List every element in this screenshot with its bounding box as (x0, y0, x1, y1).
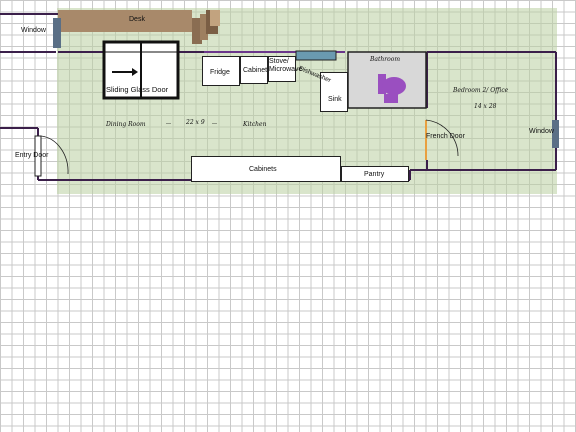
fridge-label: Fridge (210, 69, 230, 76)
window-left-label: Window (21, 27, 46, 34)
kitchen-label: Kitchen (243, 121, 267, 128)
bedroom-label: Bedroom 2/ Office (453, 87, 509, 94)
sliding-door-label: Sliding Glass Door (106, 85, 169, 94)
desk-label: Desk (129, 16, 145, 23)
window-right-label: Window (529, 128, 554, 135)
window-left-glass (53, 18, 61, 48)
dining-label: Dining Room (106, 121, 146, 128)
desk (58, 10, 192, 32)
french-door-label: French Door (426, 133, 465, 140)
cabinets-label: Cabinets (249, 166, 277, 173)
dim-arrow-left: — (166, 121, 172, 127)
entry-door-label: Entry Door (15, 152, 49, 159)
bathroom-label: Bathroom (370, 56, 401, 63)
dim-arrow-right: — (212, 121, 218, 127)
pantry-label: Pantry (364, 171, 385, 178)
dining-dim-label: 22 x 9 (186, 119, 205, 126)
cabinet-label: Cabinet (243, 67, 268, 74)
sink-label: Sink (328, 96, 342, 103)
bedroom-dim-label: 14 x 28 (474, 103, 497, 110)
